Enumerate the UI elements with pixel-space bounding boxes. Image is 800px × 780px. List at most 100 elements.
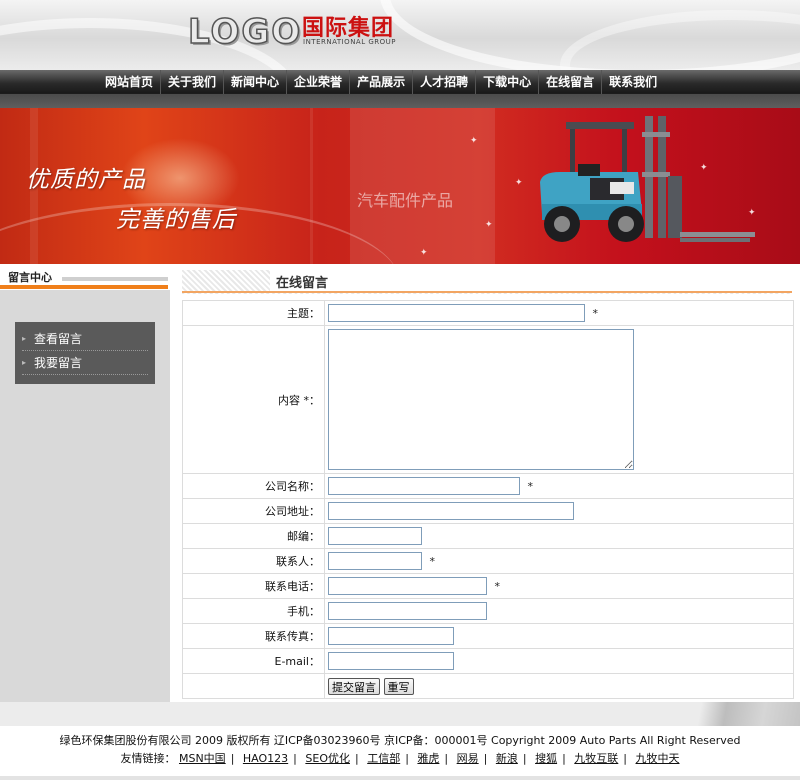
star-icon: ✦ (485, 220, 493, 230)
nav-item-jobs[interactable]: 人才招聘 (412, 70, 475, 94)
nav-list: 网站首页 关于我们 新闻中心 企业荣誉 产品展示 人才招聘 下载中心 在线留言 … (98, 70, 664, 94)
contact-input[interactable] (328, 552, 422, 570)
banner-product-text: 汽车配件产品 (357, 191, 454, 210)
nav-item-contact[interactable]: 联系我们 (601, 70, 664, 94)
nav-item-message[interactable]: 在线留言 (538, 70, 601, 94)
link-hao123[interactable]: HAO123 (243, 752, 288, 765)
sidebar-header-bar (0, 285, 168, 289)
content-label: 内容 *： (182, 325, 325, 474)
link-separator: | (354, 752, 359, 765)
required-mark: * (527, 479, 534, 493)
fax-cell (324, 623, 794, 649)
subject-cell: * (324, 300, 794, 326)
sidebar-item-view-messages[interactable]: ▸ 查看留言 (22, 327, 148, 351)
nav-item-downloads[interactable]: 下载中心 (475, 70, 538, 94)
phone-cell: * (324, 573, 794, 599)
form-row-zip: 邮编： (182, 523, 794, 549)
sidebar-header-line (62, 277, 168, 281)
form-row-content: 内容 *： (182, 325, 794, 474)
link-sohu[interactable]: 搜狐 (535, 752, 557, 765)
friend-links-label: 友情链接： (120, 752, 176, 765)
phone-label: 联系电话： (182, 573, 325, 599)
content-cell (324, 325, 794, 474)
subject-label: 主题： (182, 300, 325, 326)
content-header-bar (182, 291, 792, 293)
required-mark: * (494, 579, 501, 593)
zip-label: 邮编： (182, 523, 325, 549)
contact-label: 联系人： (182, 548, 325, 574)
submit-button[interactable]: 提交留言 (328, 677, 380, 695)
nav-item-about[interactable]: 关于我们 (160, 70, 223, 94)
zip-cell (324, 523, 794, 549)
mobile-input[interactable] (328, 602, 487, 620)
sidebar-header: 留言中心 (0, 264, 170, 290)
footer-copyright: 绿色环保集团股份有限公司 2009 版权所有 辽ICP备03023960号 京I… (59, 734, 741, 747)
nav-sub-strip (0, 94, 800, 108)
link-netease[interactable]: 网易 (457, 752, 479, 765)
form-row-address: 公司地址： (182, 498, 794, 524)
zip-input[interactable] (328, 527, 422, 545)
email-input[interactable] (328, 652, 454, 670)
company-input[interactable] (328, 477, 520, 495)
nav-item-news[interactable]: 新闻中心 (223, 70, 286, 94)
content-header-bg (270, 270, 792, 292)
required-mark: * (429, 554, 436, 568)
link-yahoo[interactable]: 雅虎 (417, 752, 439, 765)
forklift-image (540, 116, 755, 242)
company-label: 公司名称： (182, 473, 325, 499)
nav-item-home[interactable]: 网站首页 (98, 70, 160, 94)
fax-label: 联系传真： (182, 623, 325, 649)
sidebar-item-label: 查看留言 (34, 332, 83, 346)
actions-cell: 提交留言 重写 (324, 673, 794, 699)
content-header: 在线留言 (182, 270, 792, 294)
arrow-right-icon: ▸ (22, 358, 27, 367)
star-icon: ✦ (515, 178, 523, 188)
form-row-email: E-mail： (182, 648, 794, 674)
actions-label-cell (182, 673, 325, 699)
arrow-right-icon: ▸ (22, 334, 27, 343)
link-jiumu-zhongtian[interactable]: 九牧中天 (636, 752, 680, 765)
mobile-label: 手机： (182, 598, 325, 624)
sidebar-item-label: 我要留言 (34, 356, 83, 370)
link-sina[interactable]: 新浪 (496, 752, 518, 765)
link-separator: | (405, 752, 409, 765)
contact-cell: * (324, 548, 794, 574)
form-row-contact: 联系人： * (182, 548, 794, 574)
phone-input[interactable] (328, 577, 487, 595)
star-icon: ✦ (470, 136, 478, 146)
nav-item-products[interactable]: 产品展示 (349, 70, 412, 94)
link-separator: | (623, 752, 628, 765)
main-navigation: 网站首页 关于我们 新闻中心 企业荣誉 产品展示 人才招聘 下载中心 在线留言 … (0, 70, 800, 108)
fax-input[interactable] (328, 627, 454, 645)
banner-panel (350, 108, 495, 264)
banner-slogan-service: 完善的售后 (116, 207, 236, 233)
address-label: 公司地址： (182, 498, 325, 524)
friend-links: 友情链接： MSN中国 | HAO123 | SEO优化 | 工信部 | 雅虎 | 网易 |… (0, 750, 800, 768)
link-separator: | (444, 752, 449, 765)
form-row-company: 公司名称： * (182, 473, 794, 499)
message-form: 主题： * 内容 *： 公司名称： * 公司地址： 邮编： 联系人： * 联系电… (182, 300, 794, 699)
content-textarea[interactable] (328, 329, 634, 470)
sidebar-item-leave-message[interactable]: ▸ 我要留言 (22, 351, 148, 375)
link-msn[interactable]: MSN中国 (179, 752, 226, 765)
footer: 绿色环保集团股份有限公司 2009 版权所有 辽ICP备03023960号 京I… (0, 732, 800, 780)
address-input[interactable] (328, 502, 574, 520)
logo-english-name: INTERNATIONAL GROUP (303, 38, 396, 46)
mobile-cell (324, 598, 794, 624)
reset-button[interactable]: 重写 (383, 677, 414, 695)
email-label: E-mail： (182, 648, 325, 674)
link-miit[interactable]: 工信部 (367, 752, 400, 765)
subject-input[interactable] (328, 304, 585, 322)
link-jiumu-hulian[interactable]: 九牧互联 (574, 752, 618, 765)
footer-band (0, 702, 800, 726)
link-separator: | (230, 752, 235, 765)
banner-slogan-quality: 优质的产品 (26, 167, 146, 193)
nav-item-honors[interactable]: 企业荣誉 (286, 70, 349, 94)
star-icon: ✦ (420, 248, 428, 258)
link-separator: | (483, 752, 488, 765)
link-seo[interactable]: SEO优化 (305, 752, 350, 765)
logo-wordmark: LOGO (187, 11, 303, 53)
email-cell (324, 648, 794, 674)
form-row-actions: 提交留言 重写 (182, 673, 794, 699)
address-cell (324, 498, 794, 524)
